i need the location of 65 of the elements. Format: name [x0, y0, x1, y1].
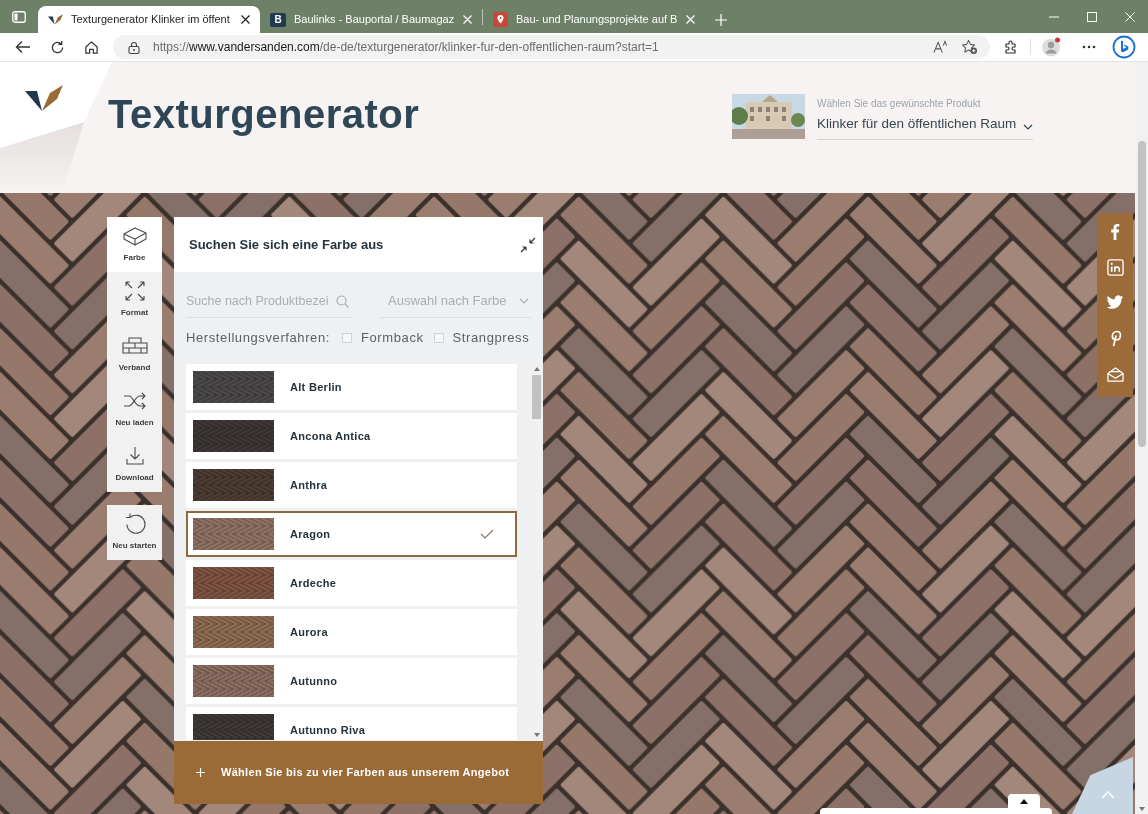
tool-button[interactable]: Neu laden	[107, 382, 162, 437]
map-pin-icon	[493, 12, 508, 27]
facebook-icon[interactable]	[1110, 223, 1120, 240]
caret-up-icon	[1020, 798, 1028, 804]
collapse-icon[interactable]	[520, 236, 536, 253]
tool-button[interactable]: Format	[107, 272, 162, 327]
color-option[interactable]: Ardeche	[186, 560, 517, 606]
url-text: https://www.vandersanden.com/de-de/texturgenerator/klinker-fur-den-offentlichen-raum?start=1	[153, 39, 659, 56]
drawer-handle-button[interactable]	[1008, 794, 1040, 808]
picker-label: Wählen Sie das gewünschte Produkt	[817, 98, 982, 110]
chevron-up-icon	[1100, 790, 1115, 799]
tab-actions-icon[interactable]	[12, 10, 26, 23]
browser-tab[interactable]: Texturgenerator Klinker im öffent	[38, 6, 260, 33]
check-icon	[480, 529, 494, 539]
checkbox-label: Formback	[361, 329, 424, 348]
logo-icon	[48, 14, 63, 25]
favorite-star-icon[interactable]	[961, 39, 978, 55]
site-favicon: B	[270, 12, 286, 27]
restart-button[interactable]: Neu starten	[107, 505, 162, 560]
scroll-up-icon[interactable]	[533, 367, 540, 371]
color-option[interactable]: Autunno	[186, 658, 517, 704]
maximize-icon[interactable]	[1087, 11, 1097, 22]
chevron-down-icon	[1023, 123, 1033, 130]
color-option[interactable]: Anthra	[186, 462, 517, 508]
product-dropdown[interactable]: Klinker für den öffentlichen Raum	[817, 110, 1033, 140]
envelope-icon[interactable]	[1105, 366, 1125, 383]
color-option[interactable]: Autunno Riva	[186, 707, 517, 740]
color-option[interactable]: Aragon	[186, 511, 517, 557]
browser-tab[interactable]: Bau- und Planungsprojekte auf B	[483, 6, 705, 33]
panel-title: Suchen Sie sich eine Farbe aus	[189, 235, 384, 254]
process-label: Herstellungsverfahren:	[186, 329, 330, 348]
add-colors-button[interactable]: Wählen Sie bis zu vier Farben aus unserem Angebot	[174, 741, 543, 804]
tool-button[interactable]: Download	[107, 437, 162, 492]
checkbox[interactable]	[433, 333, 444, 343]
search-field[interactable]: Suche nach Produktbezei	[186, 285, 352, 318]
scrollbar-thumb[interactable]	[532, 375, 541, 419]
read-aloud-icon[interactable]	[933, 40, 948, 54]
color-option[interactable]: Ancona Antica	[186, 413, 517, 459]
tool-button[interactable]: Verband	[107, 327, 162, 382]
color-option[interactable]: Aurora	[186, 609, 517, 655]
page-title: Texturgenerator	[108, 91, 420, 138]
lock-icon[interactable]	[128, 40, 140, 54]
logo-icon[interactable]	[25, 85, 63, 112]
extensions-icon[interactable]	[1003, 39, 1019, 55]
scrollbar-thumb[interactable]	[1137, 141, 1146, 447]
refresh-icon[interactable]	[49, 39, 65, 55]
twitter-icon[interactable]	[1106, 295, 1124, 310]
browser-tab[interactable]: B Baulinks - Bauportal / Baumagaz	[260, 6, 482, 33]
chevron-down-icon	[519, 298, 529, 304]
checkbox-label: Strangpress	[452, 329, 530, 348]
checkbox[interactable]	[342, 333, 352, 343]
home-icon[interactable]	[83, 39, 99, 55]
more-icon[interactable]	[1082, 45, 1096, 49]
close-icon[interactable]	[241, 15, 250, 24]
plus-icon	[196, 768, 205, 777]
linkedin-icon[interactable]	[1106, 259, 1124, 276]
address-bar[interactable]: https://www.vandersanden.com/de-de/texturgenerator/klinker-fur-den-offentlichen-raum?start=1	[113, 35, 990, 59]
scroll-down-icon[interactable]	[1138, 807, 1145, 811]
back-icon[interactable]	[15, 40, 31, 54]
bing-icon[interactable]	[1112, 35, 1136, 59]
color-option[interactable]: Alt Berlin	[186, 364, 517, 410]
profile-avatar-icon[interactable]	[1041, 37, 1061, 57]
plus-icon[interactable]	[715, 13, 727, 26]
scroll-down-icon[interactable]	[533, 733, 540, 737]
tool-button[interactable]: Farbe	[107, 217, 162, 272]
